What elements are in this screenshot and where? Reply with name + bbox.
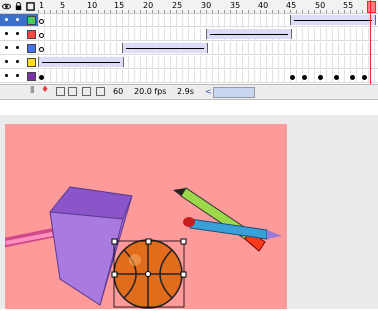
current-frame: 60 <box>113 87 124 96</box>
keyframe[interactable] <box>290 75 295 80</box>
frame-rate: 20.0 fps <box>134 87 167 96</box>
lock-dot[interactable] <box>16 46 19 49</box>
frame-number: 5 <box>60 1 66 10</box>
frame-number: 20 <box>143 1 154 10</box>
frame-track[interactable] <box>38 14 378 26</box>
frame-number: 35 <box>230 1 241 10</box>
layer-color-swatch[interactable] <box>27 58 36 67</box>
edit-multiple-frames-icon[interactable] <box>82 87 91 96</box>
layer-row[interactable] <box>0 42 378 55</box>
layer-row[interactable] <box>0 56 378 69</box>
frame-number: 1 <box>39 1 45 10</box>
frame-track[interactable] <box>38 28 378 40</box>
visibility-dot[interactable] <box>5 18 8 21</box>
scroll-left-icon[interactable]: < <box>205 87 212 96</box>
motion-tween[interactable] <box>290 15 376 25</box>
outline-icon[interactable] <box>26 2 35 11</box>
frame-track[interactable] <box>38 56 378 68</box>
keyframe[interactable] <box>39 47 44 52</box>
frame-number: 45 <box>286 1 297 10</box>
modify-markers-icon[interactable] <box>96 87 105 96</box>
frame-number: 15 <box>114 1 125 10</box>
keyframe[interactable] <box>318 75 323 80</box>
timeline-status-bar: ▮ ♦ 60 20.0 fps 2.9s < <box>0 84 378 100</box>
keyframe[interactable] <box>39 75 44 80</box>
visibility-dot[interactable] <box>5 74 8 77</box>
visibility-dot[interactable] <box>5 46 8 49</box>
horizontal-scrollbar[interactable] <box>213 87 255 98</box>
keyframe[interactable] <box>39 33 44 38</box>
keyframe[interactable] <box>39 19 44 24</box>
timeline-ruler[interactable]: 1 5 10 15 20 25 30 35 40 45 50 55 <box>0 0 378 14</box>
layer-row[interactable] <box>0 70 378 83</box>
keyframe[interactable] <box>350 75 355 80</box>
layer-color-swatch[interactable] <box>27 72 36 81</box>
visibility-dot[interactable] <box>5 32 8 35</box>
motion-tween[interactable] <box>122 43 208 53</box>
frame-number: 30 <box>201 1 212 10</box>
layer-row[interactable] <box>0 28 378 41</box>
visibility-dot[interactable] <box>5 60 8 63</box>
lock-dot[interactable] <box>16 74 19 77</box>
frame-number: 25 <box>172 1 183 10</box>
layer-color-swatch[interactable] <box>27 44 36 53</box>
keyframe[interactable] <box>302 75 307 80</box>
playhead-line <box>370 0 371 84</box>
stage-artwork <box>0 186 282 309</box>
layer-color-swatch[interactable] <box>27 30 36 39</box>
center-frame-icon[interactable]: ♦ <box>41 85 49 95</box>
motion-tween[interactable] <box>38 57 124 67</box>
frame-number: 50 <box>315 1 326 10</box>
motion-tween[interactable] <box>206 29 292 39</box>
lock-dot[interactable] <box>16 60 19 63</box>
keyframe[interactable] <box>334 75 339 80</box>
pencil[interactable] <box>0 228 56 248</box>
stage-canvas[interactable] <box>0 124 287 309</box>
layer-row[interactable] <box>0 14 378 27</box>
eye-icon[interactable] <box>2 2 11 11</box>
onion-outline-icon[interactable] <box>68 87 77 96</box>
frame-number: 10 <box>87 1 98 10</box>
trash-icon[interactable]: ▮ <box>30 85 37 95</box>
playhead-handle[interactable] <box>367 1 376 13</box>
frame-number: 55 <box>343 1 354 10</box>
frame-track[interactable] <box>38 70 378 82</box>
lock-dot[interactable] <box>16 32 19 35</box>
frame-track[interactable] <box>38 42 378 54</box>
elapsed-time: 2.9s <box>177 87 194 96</box>
lock-dot[interactable] <box>16 18 19 21</box>
keyframe[interactable] <box>362 75 367 80</box>
layer-color-swatch[interactable] <box>27 16 36 25</box>
onion-skin-icon[interactable] <box>56 87 65 96</box>
frame-number: 40 <box>258 1 269 10</box>
lock-icon[interactable] <box>14 2 23 11</box>
